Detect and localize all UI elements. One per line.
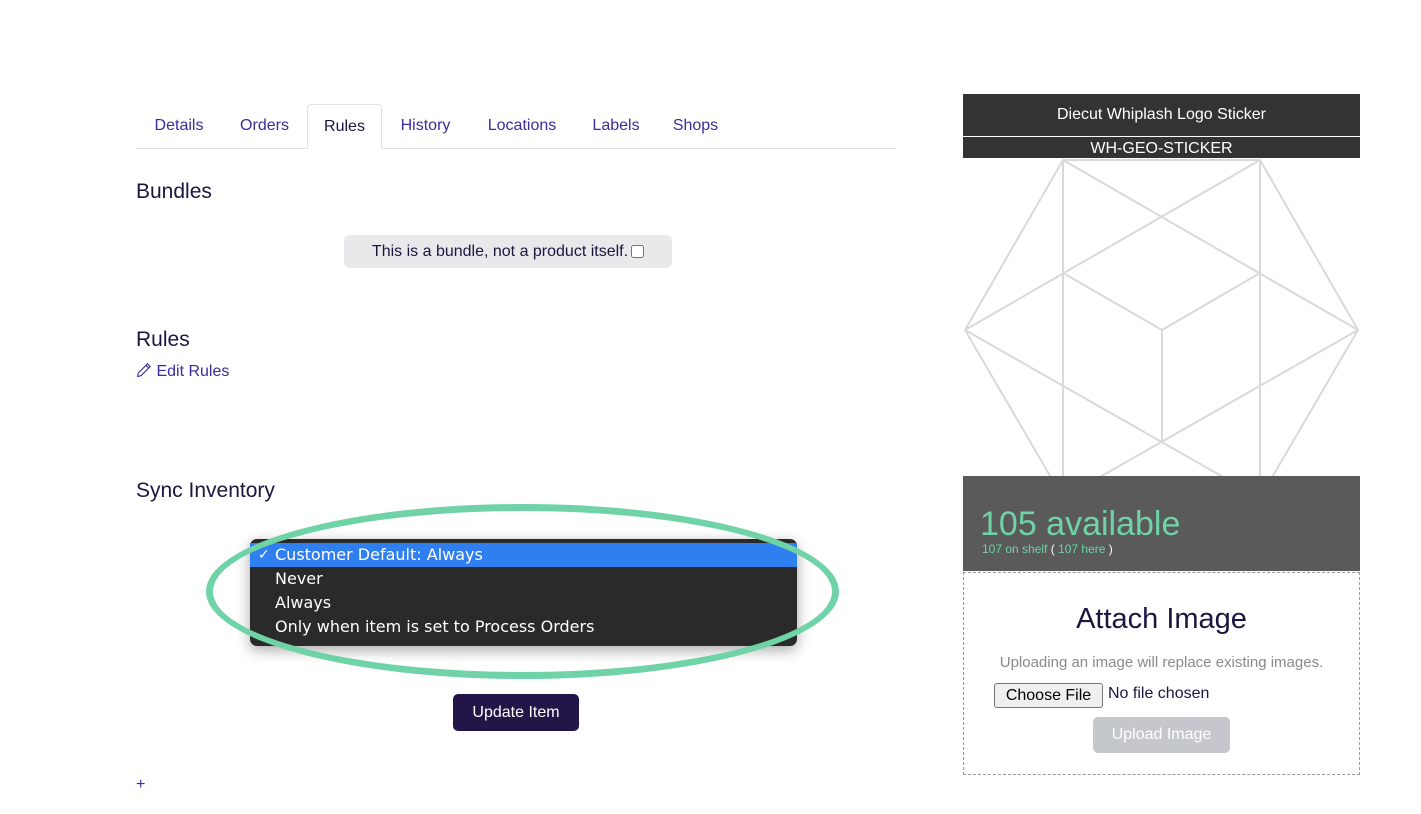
sync-option-label: Never [275, 569, 323, 588]
product-title: Diecut Whiplash Logo Sticker [963, 94, 1360, 136]
here-link[interactable]: 107 here [1058, 542, 1105, 556]
on-shelf-link[interactable]: 107 on shelf [982, 542, 1047, 556]
tab-locations[interactable]: Locations [471, 104, 573, 148]
sync-option-label: Customer Default: Always [275, 545, 483, 564]
sync-option-process-orders[interactable]: Only when item is set to Process Orders [250, 615, 797, 639]
attach-image-note: Uploading an image will replace existing… [999, 654, 1324, 671]
add-button[interactable]: + [136, 776, 145, 794]
upload-image-button[interactable]: Upload Image [1093, 717, 1230, 753]
product-sku: WH-GEO-STICKER [963, 137, 1360, 158]
available-count: 105 available [980, 505, 1181, 543]
sync-option-label: Always [275, 593, 332, 612]
sync-option-never[interactable]: Never [250, 567, 797, 591]
product-placeholder-image [963, 159, 1360, 499]
bundle-checkbox-row[interactable]: This is a bundle, not a product itself. [344, 235, 672, 268]
checkmark-icon: ✓ [258, 547, 270, 563]
tab-history[interactable]: History [382, 104, 469, 148]
shelf-summary: 107 on shelf ( 107 here ) [982, 542, 1113, 556]
sync-inventory-heading: Sync Inventory [136, 479, 275, 502]
pencil-icon [136, 363, 151, 378]
tab-bar: Details Orders Rules History Locations L… [136, 104, 896, 149]
sync-inventory-dropdown[interactable]: ✓ Customer Default: Always Never Always … [250, 539, 797, 646]
edit-rules-label: Edit Rules [156, 363, 230, 380]
availability-panel: 105 available 107 on shelf ( 107 here ) [963, 476, 1360, 571]
tab-orders[interactable]: Orders [222, 104, 307, 148]
bundle-checkbox[interactable] [631, 245, 645, 258]
attach-image-title: Attach Image [1076, 603, 1247, 635]
paren-close: ) [1108, 542, 1113, 556]
sync-option-customer-default[interactable]: ✓ Customer Default: Always [250, 543, 797, 567]
update-item-button[interactable]: Update Item [453, 694, 579, 731]
file-status: No file chosen [1108, 685, 1210, 702]
tab-shops[interactable]: Shops [657, 104, 734, 148]
paren-open: ( [1050, 542, 1055, 556]
choose-file-button[interactable]: Choose File [994, 683, 1103, 708]
rules-heading: Rules [136, 328, 190, 351]
tab-rules[interactable]: Rules [307, 104, 382, 149]
tab-labels[interactable]: Labels [575, 104, 657, 148]
tab-details[interactable]: Details [136, 104, 222, 148]
bundle-checkbox-label: This is a bundle, not a product itself. [371, 243, 629, 260]
sync-option-label: Only when item is set to Process Orders [275, 617, 595, 636]
bundles-heading: Bundles [136, 180, 212, 203]
attach-image-panel: Attach Image Uploading an image will rep… [963, 572, 1360, 775]
sync-option-always[interactable]: Always [250, 591, 797, 615]
edit-rules-link[interactable]: Edit Rules [136, 362, 229, 381]
